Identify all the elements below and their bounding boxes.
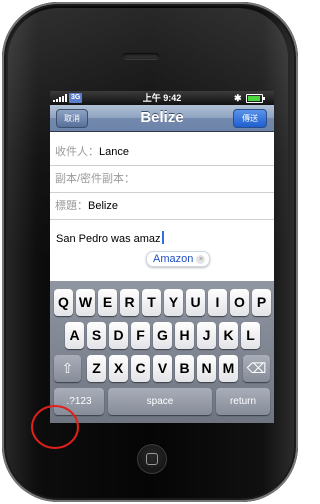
key-t[interactable]: T <box>142 289 161 316</box>
key-x[interactable]: X <box>109 355 128 382</box>
cc-bcc-label: 副本/密件副本： <box>55 173 136 185</box>
earpiece-speaker <box>123 53 159 59</box>
highlight-circle <box>31 405 79 449</box>
key-p[interactable]: P <box>252 289 271 316</box>
battery-icon <box>246 94 265 103</box>
text-cursor <box>161 231 164 244</box>
key-s[interactable]: S <box>87 322 106 349</box>
delete-key[interactable]: ⌫ <box>243 355 270 382</box>
key-e[interactable]: E <box>98 289 117 316</box>
subject-value: Belize <box>88 200 118 212</box>
compose-title: Belize <box>140 109 184 126</box>
key-v[interactable]: V <box>153 355 172 382</box>
key-f[interactable]: F <box>131 322 150 349</box>
key-c[interactable]: C <box>131 355 150 382</box>
keyboard: Q W E R T Y U I O P A S D F G H J K L ⇧ … <box>50 281 274 423</box>
key-j[interactable]: J <box>197 322 216 349</box>
key-u[interactable]: U <box>186 289 205 316</box>
key-o[interactable]: O <box>230 289 249 316</box>
autocorrect-suggestion[interactable]: Amazon × <box>146 251 211 267</box>
to-value: Lance <box>99 146 129 158</box>
bluetooth-icon: ✱ <box>234 93 242 103</box>
home-square-icon <box>146 453 158 465</box>
key-h[interactable]: H <box>175 322 194 349</box>
subject-label: 標題：Belize <box>55 200 118 212</box>
phone-screen: 3G 上午 9:42 ✱ 取消 Belize 傳送 收件人：Lance 副本/密… <box>50 91 274 423</box>
key-l[interactable]: L <box>241 322 260 349</box>
key-z[interactable]: Z <box>87 355 106 382</box>
key-y[interactable]: Y <box>164 289 183 316</box>
subject-field[interactable]: 標題：Belize <box>50 193 274 220</box>
status-bar: 3G 上午 9:42 ✱ <box>50 91 274 105</box>
key-k[interactable]: K <box>219 322 238 349</box>
send-button[interactable]: 傳送 <box>233 109 267 128</box>
key-n[interactable]: N <box>197 355 216 382</box>
key-b[interactable]: B <box>175 355 194 382</box>
key-i[interactable]: I <box>208 289 227 316</box>
dismiss-suggestion-icon[interactable]: × <box>196 255 206 264</box>
to-field[interactable]: 收件人：Lance <box>50 139 274 166</box>
key-q[interactable]: Q <box>54 289 73 316</box>
to-label: 收件人：Lance <box>55 146 129 158</box>
message-body[interactable]: San Pedro was amaz <box>56 231 164 245</box>
cc-bcc-field[interactable]: 副本/密件副本： <box>50 166 274 193</box>
shift-key[interactable]: ⇧ <box>54 355 81 382</box>
navigation-bar: 取消 Belize 傳送 <box>50 105 274 132</box>
key-r[interactable]: R <box>120 289 139 316</box>
home-button[interactable] <box>137 444 167 474</box>
space-key[interactable]: space <box>108 388 212 415</box>
key-g[interactable]: G <box>153 322 172 349</box>
key-d[interactable]: D <box>109 322 128 349</box>
key-a[interactable]: A <box>65 322 84 349</box>
return-key[interactable]: return <box>216 388 270 415</box>
key-w[interactable]: W <box>76 289 95 316</box>
key-m[interactable]: M <box>219 355 238 382</box>
cancel-button[interactable]: 取消 <box>56 109 88 128</box>
